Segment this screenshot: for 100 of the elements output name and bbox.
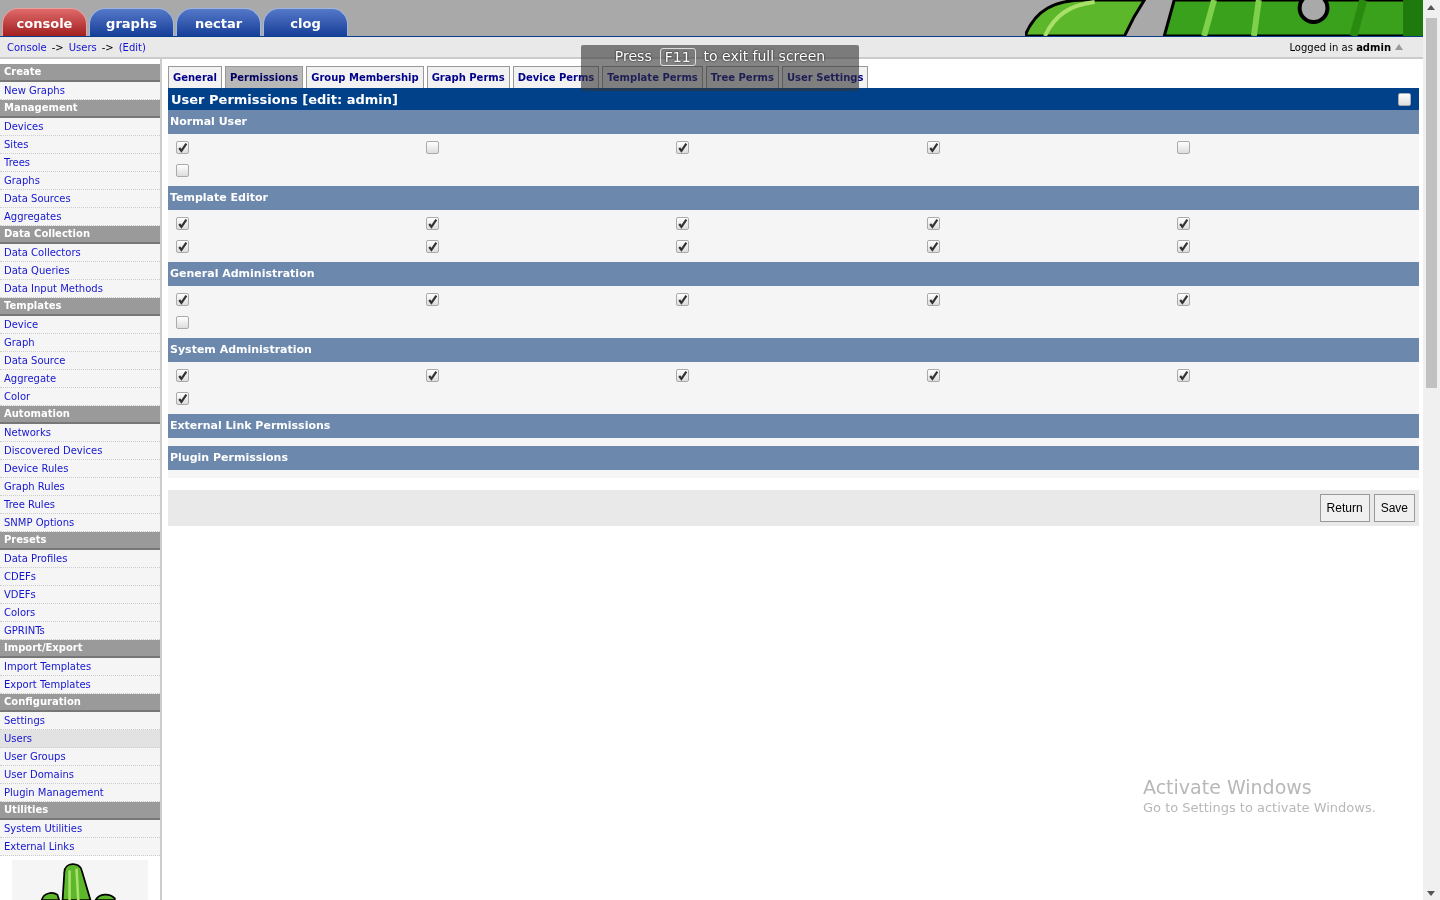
- permission-checkbox[interactable]: [176, 141, 189, 154]
- sidebar-item[interactable]: SNMP Options: [0, 514, 160, 532]
- tab[interactable]: Group Membership: [306, 66, 424, 88]
- permission-checkbox[interactable]: [176, 392, 189, 405]
- section-header: General Administration: [168, 262, 1419, 286]
- breadcrumb-link[interactable]: Console: [7, 41, 47, 53]
- permission-checkbox[interactable]: [176, 369, 189, 382]
- sidebar-item[interactable]: CDEFs: [0, 568, 160, 586]
- sidebar-item[interactable]: Device: [0, 316, 160, 334]
- permission-checkbox[interactable]: [676, 369, 690, 382]
- permission-checkbox[interactable]: [176, 240, 189, 253]
- sidebar-item[interactable]: External Links: [0, 838, 160, 856]
- sidebar-header: Presets: [0, 532, 160, 550]
- sidebar-header: Import/Export: [0, 640, 160, 658]
- breadcrumb-separator: ->: [51, 41, 64, 53]
- sidebar-item[interactable]: System Utilities: [0, 820, 160, 838]
- permission-checkbox[interactable]: [676, 217, 690, 230]
- permission-checkbox[interactable]: [1176, 217, 1190, 230]
- nav-tab[interactable]: clog: [263, 8, 348, 36]
- sidebar-item[interactable]: New Graphs: [0, 82, 160, 100]
- sidebar-item[interactable]: Colors: [0, 604, 160, 622]
- tab[interactable]: Template Perms: [602, 66, 703, 88]
- sidebar-item[interactable]: Tree Rules: [0, 496, 160, 514]
- panel-title: User Permissions [edit: admin]: [171, 91, 398, 107]
- sidebar-item[interactable]: Data Collectors: [0, 244, 160, 262]
- nav-tab[interactable]: graphs: [89, 8, 174, 36]
- sidebar-item[interactable]: Data Profiles: [0, 550, 160, 568]
- permission-checkbox[interactable]: [426, 141, 440, 154]
- sidebar-item[interactable]: Import Templates: [0, 658, 160, 676]
- sidebar-item[interactable]: User Domains: [0, 766, 160, 784]
- activation-text: Go to Settings to activate Windows.: [1143, 800, 1376, 815]
- sidebar-item[interactable]: User Groups: [0, 748, 160, 766]
- permission-checkbox[interactable]: [1176, 293, 1190, 306]
- tab[interactable]: General: [168, 66, 222, 88]
- sidebar-header: Configuration: [0, 694, 160, 712]
- permission-checkbox[interactable]: [926, 240, 940, 253]
- permission-checkbox[interactable]: [926, 369, 940, 382]
- select-all-checkbox[interactable]: [1398, 92, 1411, 106]
- permission-checkbox[interactable]: [426, 240, 440, 253]
- sidebar-item[interactable]: Aggregate: [0, 370, 160, 388]
- activation-title: Activate Windows: [1143, 776, 1313, 798]
- scroll-down-icon[interactable]: [1427, 891, 1435, 896]
- permission-checkbox[interactable]: [926, 293, 940, 306]
- sidebar-header: Management: [0, 100, 160, 118]
- notice-text: to exit full screen: [703, 48, 826, 64]
- sidebar-item[interactable]: Settings: [0, 712, 160, 730]
- sidebar-item[interactable]: Data Queries: [0, 262, 160, 280]
- sidebar-item[interactable]: Sites: [0, 136, 160, 154]
- tab[interactable]: Permissions: [225, 66, 304, 88]
- permission-checkbox[interactable]: [176, 316, 189, 329]
- permission-checkbox[interactable]: [1176, 240, 1190, 253]
- sidebar-item[interactable]: Graph: [0, 334, 160, 352]
- sidebar-header: Utilities: [0, 802, 160, 820]
- permission-checkbox[interactable]: [676, 240, 690, 253]
- sidebar-item[interactable]: Plugin Management: [0, 784, 160, 802]
- sidebar-item[interactable]: Graph Rules: [0, 478, 160, 496]
- sidebar-item[interactable]: Networks: [0, 424, 160, 442]
- sidebar-item[interactable]: Color: [0, 388, 160, 406]
- login-text: Logged in as admin: [1289, 41, 1391, 53]
- permission-checkbox[interactable]: [176, 164, 189, 177]
- permission-checkbox[interactable]: [676, 141, 690, 154]
- sidebar-item[interactable]: Data Sources: [0, 190, 160, 208]
- nav-tab[interactable]: nectar: [176, 8, 261, 36]
- sidebar-item[interactable]: Trees: [0, 154, 160, 172]
- breadcrumb-link[interactable]: (Edit): [118, 41, 146, 53]
- permission-checkbox[interactable]: [426, 217, 440, 230]
- form-button[interactable]: Return: [1319, 494, 1370, 522]
- sidebar-item[interactable]: Data Input Methods: [0, 280, 160, 298]
- form-button[interactable]: Save: [1373, 494, 1415, 522]
- permission-checkbox[interactable]: [1176, 369, 1190, 382]
- permission-checkbox[interactable]: [926, 217, 940, 230]
- sidebar-item[interactable]: GPRINTs: [0, 622, 160, 640]
- sidebar-item[interactable]: VDEFs: [0, 586, 160, 604]
- breadcrumb-separator: ->: [101, 41, 114, 53]
- permission-checkbox[interactable]: [176, 293, 189, 306]
- sidebar-item[interactable]: Device Rules: [0, 460, 160, 478]
- sidebar-item[interactable]: Graphs: [0, 172, 160, 190]
- sidebar-header: Automation: [0, 406, 160, 424]
- sidebar-item[interactable]: Users: [0, 730, 160, 748]
- permission-checkbox[interactable]: [426, 293, 440, 306]
- nav-tab[interactable]: console: [2, 8, 87, 36]
- sidebar-item[interactable]: Aggregates: [0, 208, 160, 226]
- sidebar-header: Create: [0, 64, 160, 82]
- permission-checkbox[interactable]: [426, 369, 440, 382]
- permission-checkbox[interactable]: [176, 217, 189, 230]
- scroll-up-icon[interactable]: [1427, 5, 1435, 10]
- permission-checkbox[interactable]: [1176, 141, 1190, 154]
- breadcrumb-link[interactable]: Users: [68, 41, 97, 53]
- permission-checkbox[interactable]: [676, 293, 690, 306]
- section-header: External Link Permissions: [168, 414, 1419, 438]
- section-header: Normal User: [168, 110, 1419, 134]
- tab[interactable]: Tree Perms: [705, 66, 779, 88]
- section-header: Template Editor: [168, 186, 1419, 210]
- permission-checkbox[interactable]: [926, 141, 940, 154]
- sidebar-item[interactable]: Data Source: [0, 352, 160, 370]
- sidebar-item[interactable]: Export Templates: [0, 676, 160, 694]
- sidebar-item[interactable]: Discovered Devices: [0, 442, 160, 460]
- tab[interactable]: Graph Perms: [426, 66, 510, 88]
- sidebar-item[interactable]: Devices: [0, 118, 160, 136]
- tab[interactable]: Device Perms: [512, 66, 600, 88]
